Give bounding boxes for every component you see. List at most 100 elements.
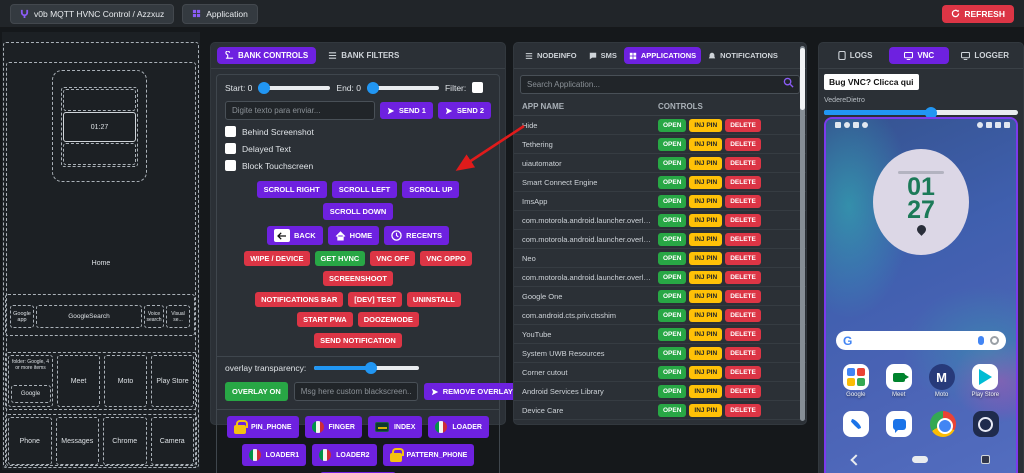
inj-pin-button[interactable]: INJ PIN: [689, 404, 722, 417]
send2-button[interactable]: SEND 2: [438, 102, 491, 119]
google-folder-icon[interactable]: [843, 364, 869, 390]
scroll-button[interactable]: SCROLL UP: [402, 181, 459, 198]
delete-button[interactable]: DELETE: [725, 176, 761, 189]
moto-app[interactable]: M Moto: [929, 364, 955, 398]
open-button[interactable]: OPEN: [658, 119, 686, 132]
end-slider[interactable]: [367, 86, 439, 90]
inj-pin-button[interactable]: INJ PIN: [689, 347, 722, 360]
tab-sms[interactable]: SMS: [584, 47, 622, 64]
action-button[interactable]: NOTIFICATIONS BAR: [255, 292, 343, 307]
action-button[interactable]: SCREENSHOOT: [323, 271, 393, 286]
start-slider[interactable]: [258, 86, 330, 90]
injection-button[interactable]: LOADER2: [312, 444, 376, 466]
delete-button[interactable]: DELETE: [725, 252, 761, 265]
send1-button[interactable]: SEND 1: [380, 102, 433, 119]
vedere-dietro-slider[interactable]: [824, 110, 1018, 115]
delete-button[interactable]: DELETE: [725, 119, 761, 132]
tab-nodeinfo[interactable]: NODEINFO: [520, 47, 582, 64]
action-button[interactable]: VNC OPPO: [420, 251, 472, 266]
action-button[interactable]: GET HVNC: [315, 251, 366, 266]
nav-home-icon[interactable]: [912, 456, 928, 463]
open-button[interactable]: OPEN: [658, 385, 686, 398]
inj-pin-button[interactable]: INJ PIN: [689, 290, 722, 303]
inj-pin-button[interactable]: INJ PIN: [689, 233, 722, 246]
injection-button[interactable]: LOADER1: [242, 444, 306, 466]
refresh-button[interactable]: REFRESH: [942, 5, 1014, 23]
tab-notifications[interactable]: NOTIFICATIONS: [703, 47, 783, 64]
delete-button[interactable]: DELETE: [725, 195, 761, 208]
open-button[interactable]: OPEN: [658, 404, 686, 417]
inj-pin-button[interactable]: INJ PIN: [689, 328, 722, 341]
delete-button[interactable]: DELETE: [725, 290, 761, 303]
open-button[interactable]: OPEN: [658, 233, 686, 246]
wireframe-folder-cell[interactable]: folder: Google, 4 or more items Google: [8, 355, 53, 407]
send-text-input[interactable]: [225, 101, 375, 120]
option-checkbox-row[interactable]: Block Touchscreen: [225, 160, 491, 171]
wireframe-clock-band-time[interactable]: 01:27: [63, 112, 136, 142]
wireframe-folder-google[interactable]: Google: [11, 385, 51, 403]
mic-icon[interactable]: [978, 336, 984, 345]
injection-button[interactable]: PATTERN_PHONE: [383, 444, 475, 466]
open-button[interactable]: OPEN: [658, 271, 686, 284]
delete-button[interactable]: DELETE: [725, 157, 761, 170]
inj-pin-button[interactable]: INJ PIN: [689, 138, 722, 151]
action-button[interactable]: DOOZEMODE: [358, 312, 419, 327]
inj-pin-button[interactable]: INJ PIN: [689, 366, 722, 379]
action-button[interactable]: VNC OFF: [370, 251, 415, 266]
wireframe-clock-band-top[interactable]: [63, 89, 136, 111]
start-slider-thumb[interactable]: [258, 82, 270, 94]
scroll-button[interactable]: SCROLL DOWN: [323, 203, 394, 220]
delete-button[interactable]: DELETE: [725, 328, 761, 341]
open-button[interactable]: OPEN: [658, 176, 686, 189]
google-search-bar[interactable]: G: [836, 331, 1006, 350]
messages-app-icon[interactable]: [886, 411, 912, 437]
delete-button[interactable]: DELETE: [725, 404, 761, 417]
apps-scrollbar-thumb[interactable]: [800, 48, 805, 110]
open-button[interactable]: OPEN: [658, 252, 686, 265]
option-checkbox-row[interactable]: Behind Screenshot: [225, 126, 491, 137]
back-button[interactable]: BACK: [267, 226, 323, 245]
injection-button[interactable]: PIN_PHONE: [227, 416, 298, 438]
inj-pin-button[interactable]: INJ PIN: [689, 119, 722, 132]
open-button[interactable]: OPEN: [658, 138, 686, 151]
wireframe-clock-band-bottom[interactable]: [63, 143, 136, 165]
overlay-message-input[interactable]: [294, 382, 418, 401]
overlay-on-button[interactable]: OVERLAY ON: [225, 382, 288, 401]
delete-button[interactable]: DELETE: [725, 271, 761, 284]
chrome-app-icon[interactable]: [930, 411, 956, 437]
action-button[interactable]: WIPE / DEVICE: [244, 251, 309, 266]
inj-pin-button[interactable]: INJ PIN: [689, 271, 722, 284]
vnc-phone-viewport[interactable]: 01 27 G Google: [824, 117, 1018, 473]
overlay-transparency-slider[interactable]: [314, 366, 419, 370]
app-search-input[interactable]: [520, 75, 800, 94]
home-button[interactable]: HOME: [328, 226, 380, 245]
action-button[interactable]: [DEV] TEST: [348, 292, 402, 307]
wireframe-voice-search-box[interactable]: Voice search: [144, 305, 164, 328]
delete-button[interactable]: DELETE: [725, 138, 761, 151]
open-button[interactable]: OPEN: [658, 157, 686, 170]
scroll-button[interactable]: SCROLL RIGHT: [257, 181, 327, 198]
lens-icon[interactable]: [990, 336, 999, 345]
open-button[interactable]: OPEN: [658, 290, 686, 303]
injection-button[interactable]: FINGER: [305, 416, 362, 438]
checkbox[interactable]: [225, 126, 236, 137]
action-button[interactable]: START PWA: [297, 312, 353, 327]
scroll-button[interactable]: SCROLL LEFT: [332, 181, 398, 198]
phone-clock-widget[interactable]: 01 27: [873, 149, 969, 255]
tab-logger[interactable]: LOGGER: [953, 47, 1017, 64]
option-checkbox-row[interactable]: Delayed Text: [225, 143, 491, 154]
tab-bank-filters[interactable]: BANK FILTERS: [320, 47, 407, 64]
tab-bank-controls[interactable]: BANK CONTROLS: [217, 47, 316, 64]
wireframe-google-app-box[interactable]: Google app: [10, 305, 34, 328]
nav-back-icon[interactable]: [850, 454, 861, 465]
open-button[interactable]: OPEN: [658, 195, 686, 208]
inj-pin-button[interactable]: INJ PIN: [689, 309, 722, 322]
inj-pin-button[interactable]: INJ PIN: [689, 176, 722, 189]
brand-button[interactable]: v0b MQTT HVNC Control / Azzxuz: [10, 4, 174, 24]
play-store-icon[interactable]: [972, 364, 998, 390]
delete-button[interactable]: DELETE: [725, 233, 761, 246]
open-button[interactable]: OPEN: [658, 309, 686, 322]
open-button[interactable]: OPEN: [658, 347, 686, 360]
phone-screen[interactable]: 01 27 G Google: [826, 119, 1016, 473]
play-store-app[interactable]: Play Store: [971, 364, 999, 398]
